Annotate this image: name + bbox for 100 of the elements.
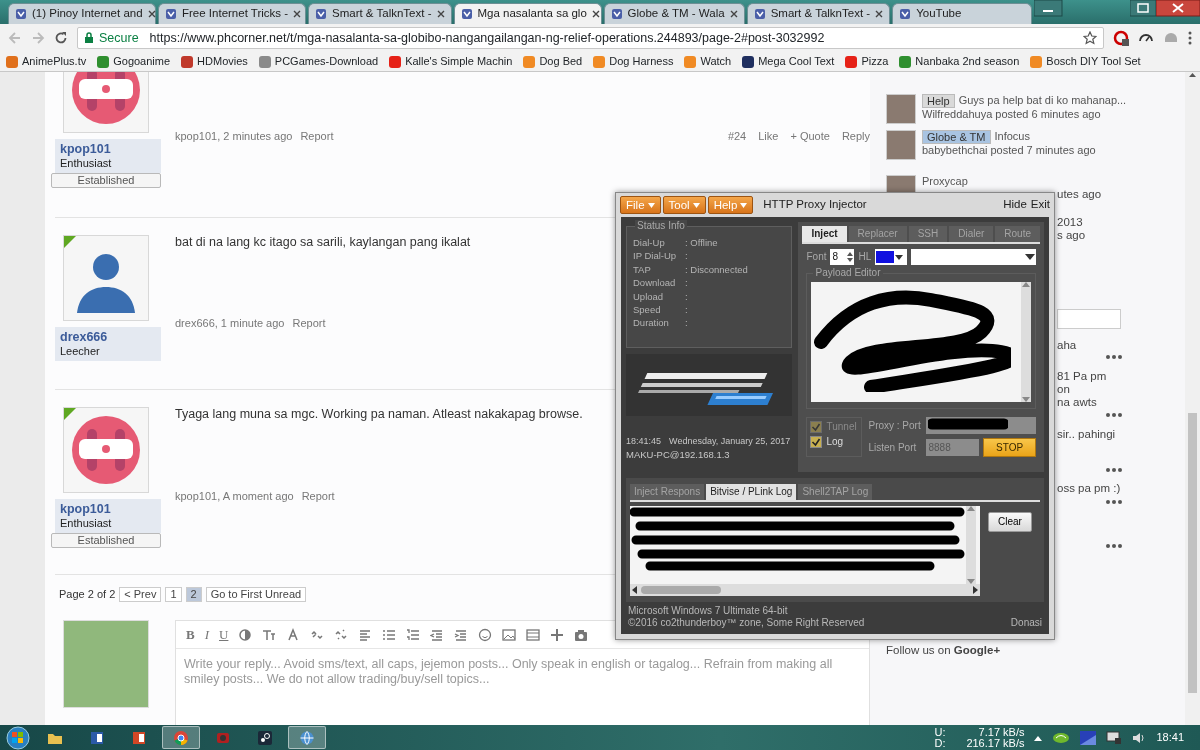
bookmark[interactable]: Dog Harness <box>593 54 674 69</box>
window-action-link[interactable]: Exit <box>1030 198 1050 212</box>
tab[interactable]: Inject <box>802 226 847 242</box>
browser-tab[interactable]: Smart & TalknText - <box>746 3 891 24</box>
browser-tab[interactable]: Smart & TalknText - <box>308 3 452 24</box>
font-color-icon[interactable] <box>286 627 301 642</box>
window-action-link[interactable]: Hide <box>1003 198 1027 212</box>
indent-icon[interactable] <box>454 627 469 642</box>
browser-tab[interactable]: YouTube <box>892 3 1032 24</box>
thread-title-link[interactable]: Guys pa help bat di ko mahanap... <box>958 94 1127 108</box>
reload-icon[interactable] <box>54 31 68 45</box>
checkbox-option[interactable]: Log <box>810 436 859 448</box>
close-icon[interactable] <box>1156 0 1200 18</box>
smiley-icon[interactable] <box>478 627 493 642</box>
checkbox[interactable] <box>810 436 823 448</box>
start-button-icon[interactable] <box>4 725 32 750</box>
scrollbar[interactable] <box>1021 282 1031 402</box>
username-link[interactable]: kpop101 <box>60 502 156 517</box>
scrollbar[interactable] <box>1185 72 1200 725</box>
more-options-icon[interactable] <box>1105 354 1123 360</box>
horizontal-scrollbar[interactable] <box>630 584 980 596</box>
close-icon[interactable] <box>147 10 156 18</box>
donate-link[interactable]: Donasi <box>1010 617 1042 629</box>
thread-title-link[interactable]: Proxycap <box>922 175 968 187</box>
report-link[interactable]: Report <box>292 316 326 330</box>
numbered-list-icon[interactable] <box>406 627 421 642</box>
bookmark[interactable]: Dog Bed <box>523 54 583 69</box>
post-action-link[interactable]: #24 <box>727 129 747 143</box>
network-icon[interactable] <box>1106 730 1123 745</box>
menu-icon[interactable] <box>1188 31 1192 45</box>
scrollbar-thumb[interactable] <box>641 586 721 594</box>
format-button[interactable]: I <box>204 626 209 643</box>
more-options-icon[interactable] <box>1105 412 1123 418</box>
more-options-icon[interactable] <box>1105 543 1123 549</box>
show-hidden-icons-icon[interactable] <box>1034 734 1043 741</box>
text-field[interactable] <box>1057 309 1121 329</box>
spinner-arrows-icon[interactable] <box>846 250 855 264</box>
format-button[interactable]: B <box>186 626 195 643</box>
format-button[interactable]: U <box>219 626 229 643</box>
camera-icon[interactable] <box>574 627 589 642</box>
proxy-port-field[interactable] <box>926 417 1036 434</box>
bookmark[interactable]: Bosch DIY Tool Set <box>1030 54 1141 69</box>
post-action-link[interactable]: Like <box>758 129 779 143</box>
unlink-icon[interactable] <box>334 627 349 642</box>
plus-icon[interactable] <box>550 627 565 642</box>
close-icon[interactable] <box>875 10 884 18</box>
scrollbar-thumb[interactable] <box>1188 413 1197 693</box>
browser-tab[interactable]: Globe & TM - Wala <box>603 3 745 24</box>
report-link[interactable]: Report <box>300 129 334 143</box>
first-unread-button[interactable]: Go to First Unread <box>205 587 307 602</box>
bookmark[interactable]: HDMovies <box>181 54 248 69</box>
bookmark[interactable]: Kalle's Simple Machin <box>389 54 513 69</box>
address-field[interactable]: Secure https://www.phcorner.net/t/mga-nasalanta-sa-globibo-nangangailangan-ng-relief-operations.244893/page-2#post-3032992 <box>77 27 1104 49</box>
font-size-icon[interactable] <box>262 627 277 642</box>
volume-icon[interactable] <box>1132 730 1147 745</box>
tray-app-icon[interactable] <box>1052 730 1071 745</box>
username-link[interactable]: kpop101 <box>60 142 156 157</box>
bookmark[interactable]: PCGames-Download <box>258 54 379 69</box>
more-options-icon[interactable] <box>1105 499 1123 505</box>
browser-tab[interactable]: Mga nasalanta sa glo <box>453 3 602 24</box>
scroll-down-icon[interactable] <box>1022 397 1030 402</box>
bookmark[interactable]: Watch <box>684 54 732 69</box>
thread-title-link[interactable]: Infocus <box>994 130 1030 144</box>
outdent-icon[interactable] <box>430 627 445 642</box>
bookmark[interactable]: Pizza <box>845 54 889 69</box>
close-icon[interactable] <box>293 10 302 18</box>
browser-tab[interactable]: (1) Pinoy Internet and <box>8 3 156 24</box>
maximize-icon[interactable] <box>1130 0 1156 18</box>
tab[interactable]: Bitvise / PLink Log <box>706 484 797 500</box>
post-action-link[interactable]: Reply <box>841 129 870 143</box>
close-icon[interactable] <box>591 10 600 18</box>
page-button[interactable]: 2 <box>185 587 202 602</box>
prev-page-button[interactable]: < Prev <box>119 587 162 602</box>
dropdown-field[interactable] <box>911 249 1036 265</box>
highlight-color-dropdown[interactable] <box>875 249 908 265</box>
bullet-list-icon[interactable] <box>382 627 397 642</box>
close-icon[interactable] <box>729 10 738 18</box>
close-icon[interactable] <box>436 10 445 18</box>
browser-tab[interactable]: Free Internet Tricks - <box>158 3 306 24</box>
username-link[interactable]: drex666 <box>60 330 156 345</box>
font-size-spinner[interactable]: 8 <box>830 249 855 265</box>
align-icon[interactable] <box>358 627 373 642</box>
bookmark[interactable]: Nanbaka 2nd season <box>899 54 1020 69</box>
payload-editor-field[interactable] <box>811 282 1031 402</box>
bookmark[interactable]: AnimePlus.tv <box>6 54 87 69</box>
tray-app-icon[interactable] <box>1080 730 1097 745</box>
more-options-icon[interactable] <box>1105 467 1123 473</box>
scroll-right-icon[interactable] <box>973 586 978 594</box>
clear-button[interactable]: Clear <box>988 512 1032 532</box>
clock-time[interactable]: 18:41 <box>1156 730 1184 745</box>
bookmark[interactable]: Mega Cool Text <box>742 54 835 69</box>
report-link[interactable]: Report <box>301 489 335 503</box>
contrast-icon[interactable] <box>238 627 253 642</box>
post-action-link[interactable]: + Quote <box>790 129 830 143</box>
star-icon[interactable] <box>1083 31 1097 45</box>
media-icon[interactable] <box>526 627 541 642</box>
scroll-left-icon[interactable] <box>632 586 637 594</box>
image-icon[interactable] <box>502 627 517 642</box>
page-button[interactable]: 1 <box>165 587 182 602</box>
stop-button[interactable]: STOP <box>983 438 1036 457</box>
